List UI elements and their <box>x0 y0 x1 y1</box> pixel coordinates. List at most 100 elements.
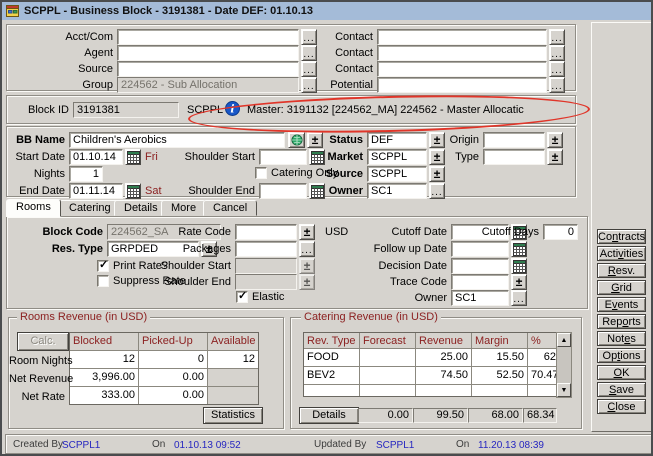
bb-name-label: BB Name <box>11 133 65 147</box>
packages-browse-button[interactable] <box>299 241 315 257</box>
scroll-down-icon[interactable]: ▼ <box>557 383 571 397</box>
owner2-field[interactable] <box>451 290 509 306</box>
start-date-calendar-button[interactable] <box>125 149 141 165</box>
owner-field[interactable] <box>367 183 427 199</box>
bb-name-lov-button[interactable] <box>307 132 323 148</box>
acct-com-field[interactable] <box>117 29 299 45</box>
statistics-button[interactable]: Statistics <box>203 407 263 424</box>
agent-browse-button[interactable] <box>301 45 317 61</box>
group-field[interactable] <box>117 77 299 93</box>
bb-name-field[interactable] <box>69 132 285 148</box>
rooms-revenue-group: Rooms Revenue (in USD) Calc. Blocked Pic… <box>8 317 284 429</box>
col-rev-type: Rev. Type <box>304 333 359 348</box>
events-button[interactable]: Events <box>597 297 646 312</box>
origin-lov-button[interactable] <box>547 132 563 148</box>
end-date-label: End Date <box>11 184 65 198</box>
trace-code-lov-button[interactable] <box>511 274 527 290</box>
calendar-icon <box>127 185 140 198</box>
block-id-field[interactable] <box>73 102 179 118</box>
follow-up-calendar-button[interactable] <box>511 241 527 257</box>
shoulder-start2-field[interactable] <box>235 258 297 274</box>
contact2-browse-button[interactable] <box>549 45 565 61</box>
bev2-forecast <box>360 367 415 384</box>
packages-field[interactable] <box>235 241 297 257</box>
group-browse-button[interactable] <box>301 77 317 93</box>
resv-button[interactable]: Resv. <box>597 263 646 278</box>
decision-date-calendar-button[interactable] <box>511 258 527 274</box>
status-field[interactable] <box>367 132 427 148</box>
market-field[interactable] <box>367 149 427 165</box>
calendar-icon <box>127 151 140 164</box>
info-icon[interactable]: i <box>225 101 240 119</box>
rate-code-field[interactable] <box>235 224 297 240</box>
contact3-browse-button[interactable] <box>549 61 565 77</box>
catering-table-scrollbar[interactable]: ▲ ▼ <box>556 332 572 398</box>
owner-label: Owner <box>323 184 363 198</box>
close-button[interactable]: Close <box>597 399 646 414</box>
net-rate-blocked: 333.00 <box>70 387 138 404</box>
tab-rooms[interactable]: Rooms <box>6 199 61 217</box>
grid-button[interactable]: Grid <box>597 280 646 295</box>
decision-date-field[interactable] <box>451 258 509 274</box>
details-button[interactable]: Details <box>299 407 359 424</box>
tab-more[interactable]: More <box>161 200 206 216</box>
options-button[interactable]: Options <box>597 348 646 363</box>
globe-icon <box>291 134 303 146</box>
catering-only-checkbox[interactable]: ✓ <box>255 167 267 179</box>
nights-field[interactable] <box>69 166 103 182</box>
follow-up-field[interactable] <box>451 241 509 257</box>
potential-field[interactable] <box>377 77 547 93</box>
type-field[interactable] <box>483 149 545 165</box>
contact3-label: Contact <box>321 62 373 76</box>
trace-code-field[interactable] <box>451 274 509 290</box>
acct-com-browse-button[interactable] <box>301 29 317 45</box>
shoulder-start2-lov-button[interactable] <box>299 258 315 274</box>
shoulder-end2-lov-button[interactable] <box>299 274 315 290</box>
print-rate-checkbox[interactable]: ✓ <box>97 260 109 272</box>
tab-cancel[interactable]: Cancel <box>203 200 257 216</box>
origin-field[interactable] <box>483 132 545 148</box>
source-lov-button[interactable] <box>429 166 445 182</box>
contact1-browse-button[interactable] <box>549 29 565 45</box>
status-lov-button[interactable] <box>429 132 445 148</box>
source-field[interactable] <box>117 61 299 77</box>
agent-field[interactable] <box>117 45 299 61</box>
end-date-field[interactable] <box>69 183 123 199</box>
shoulder-end-field[interactable] <box>259 183 307 199</box>
owner2-browse-button[interactable] <box>511 290 527 306</box>
res-type-label: Res. Type <box>11 242 103 256</box>
start-date-field[interactable] <box>69 149 123 165</box>
bev2-type: BEV2 <box>304 367 359 384</box>
room-nights-picked: 0 <box>139 351 207 368</box>
tab-catering[interactable]: Catering <box>59 200 121 216</box>
source2-field[interactable] <box>367 166 427 182</box>
notes-button[interactable]: Notes <box>597 331 646 346</box>
type-lov-button[interactable] <box>547 149 563 165</box>
activities-button[interactable]: Activities <box>597 246 646 261</box>
reports-button[interactable]: Reports <box>597 314 646 329</box>
shoulder-start-field[interactable] <box>259 149 307 165</box>
tab-details[interactable]: Details <box>114 200 168 216</box>
contact1-field[interactable] <box>377 29 547 45</box>
shoulder-end2-field[interactable] <box>235 274 297 290</box>
owner-browse-button[interactable] <box>429 183 445 199</box>
rate-code-lov-button[interactable] <box>299 224 315 240</box>
source-browse-button[interactable] <box>301 61 317 77</box>
contact3-field[interactable] <box>377 61 547 77</box>
header-section: BB Name Status Origin Start Date Fri Sho… <box>6 126 576 197</box>
elastic-checkbox[interactable]: ✓ <box>236 291 248 303</box>
calc-button[interactable]: Calc. <box>17 332 69 351</box>
market-lov-button[interactable] <box>429 149 445 165</box>
save-button[interactable]: Save <box>597 382 646 397</box>
empty-percent <box>528 385 559 396</box>
shoulder-end-label: Shoulder End <box>163 184 255 198</box>
contracts-button[interactable]: Contracts <box>597 229 646 244</box>
potential-browse-button[interactable] <box>549 77 565 93</box>
contact2-field[interactable] <box>377 45 547 61</box>
suppress-rate-checkbox[interactable]: ✓ <box>97 275 109 287</box>
scroll-up-icon[interactable]: ▲ <box>557 333 571 347</box>
end-date-calendar-button[interactable] <box>125 183 141 199</box>
ok-button[interactable]: OK <box>597 365 646 380</box>
globe-icon-button[interactable] <box>288 132 305 148</box>
cutoff-days-field[interactable] <box>543 224 578 240</box>
